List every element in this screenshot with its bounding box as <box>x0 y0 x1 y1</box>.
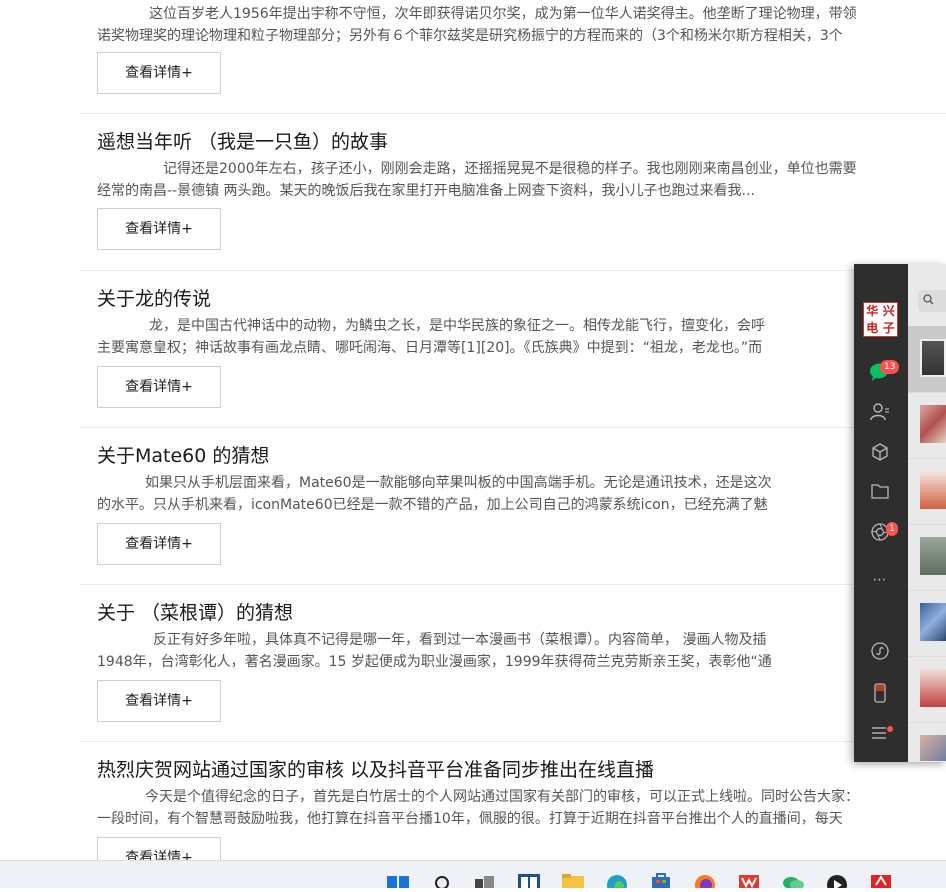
article-card: 热烈庆贺网站通过国家的审核 以及抖音平台准备同步推出在线直播 今天是个值得纪念的… <box>80 741 946 860</box>
avatar[interactable]: 华 兴 电 子 <box>863 302 898 337</box>
chat-avatar <box>920 537 946 575</box>
excerpt-line: 一段时间，有个智慧哥鼓励啦我，他打算在抖音平台播10年，佩服的很。打算于近期在抖… <box>97 811 843 827</box>
article-card: 关于龙的传说 龙，是中国古代神话中的动物，为鳞虫之长，是中华民族的象征之一。相传… <box>80 270 946 428</box>
chat-avatar <box>920 735 946 761</box>
excerpt-line: 的水平。只从手机来看，iconMate60已经是一款不错的产品，加上公司自己的鸿… <box>97 497 768 513</box>
article-excerpt: 如果只从手机层面来看，Mate60是一款能够向苹果叫板的中国高端手机。无论是通讯… <box>97 472 946 516</box>
article-card: 关于Mate60 的猜想 如果只从手机层面来看，Mate60是一款能够向苹果叫板… <box>80 427 946 585</box>
cube-icon <box>872 443 888 461</box>
chat-item[interactable] <box>908 590 946 657</box>
view-details-button[interactable]: 查看详情+ <box>97 523 221 565</box>
phone-icon[interactable] <box>868 682 892 706</box>
wechat-sidebar: 华 兴 电 子 13 1 ⋯ <box>854 264 908 762</box>
chat-item[interactable] <box>908 326 946 393</box>
excerpt-line: 这位百岁老人1956年提出宇称不守恒，次年即获得诺贝尔奖，成为第一位华人诺奖得主… <box>149 6 857 22</box>
article-excerpt: 这位百岁老人1956年提出宇称不守恒，次年即获得诺贝尔奖，成为第一位华人诺奖得主… <box>97 3 946 47</box>
wps-icon[interactable] <box>737 873 761 889</box>
chat-avatar <box>920 603 946 641</box>
file-explorer-icon[interactable] <box>561 873 585 888</box>
article-title[interactable]: 遥想当年听 （我是一只鱼）的故事 <box>97 130 388 154</box>
article-card: 关于 （菜根谭）的猜想 反正有好多年啦，具体真不记得是哪一年，看到过一本漫画书（… <box>80 584 946 742</box>
avatar-char: 兴 <box>882 304 895 318</box>
excerpt-line: 反正有好多年啦，具体真不记得是哪一年，看到过一本漫画书（菜根谭）。内容简单， 漫… <box>153 632 767 648</box>
chat-avatar <box>920 669 946 707</box>
menu-notification-dot <box>887 726 893 732</box>
article-title[interactable]: 关于龙的传说 <box>97 287 211 311</box>
article-excerpt: 记得还是2000年左右，孩子还小，刚刚会走路，还摇摇晃晃不是很稳的样子。我也刚刚… <box>97 158 946 202</box>
media-player-icon[interactable] <box>825 873 849 892</box>
article-excerpt: 龙，是中国古代神话中的动物，为鳞虫之长，是中华民族的象征之一。相传龙能飞行，擅变… <box>97 315 946 359</box>
chat-item[interactable] <box>908 656 946 723</box>
widgets-icon[interactable] <box>517 873 541 888</box>
excerpt-line: 1948年，台湾彰化人，著名漫画家。15 岁起便成为职业漫画家，1999年获得荷… <box>97 654 772 670</box>
excerpt-line: 经常的南昌--景德镇 两头跑。某天的晚饭后我在家里打开电脑准备上网查下资料，我小… <box>97 183 755 199</box>
wechat-icon[interactable] <box>781 873 805 890</box>
article-title[interactable]: 关于 （菜根谭）的猜想 <box>97 601 293 625</box>
store-icon[interactable] <box>649 873 673 888</box>
article-excerpt: 反正有好多年啦，具体真不记得是哪一年，看到过一本漫画书（菜根谭）。内容简单， 漫… <box>97 629 946 673</box>
folder-icon[interactable] <box>868 482 892 506</box>
chat-item[interactable] <box>908 392 946 459</box>
chat-avatar <box>920 471 946 509</box>
contacts-icon[interactable] <box>868 402 892 426</box>
excerpt-line: 龙，是中国古代神话中的动物，为鳞虫之长，是中华民族的象征之一。相传龙能飞行，擅变… <box>149 318 765 334</box>
chat-item[interactable] <box>908 722 946 762</box>
firefox-icon[interactable] <box>693 873 717 892</box>
view-details-button[interactable]: 查看详情+ <box>97 837 221 860</box>
chat-avatar <box>920 339 946 377</box>
wechat-chat-list <box>908 264 946 762</box>
excerpt-line: 主要寓意皇权；神话故事有画龙点睛、哪吒闹海、日月潭等[1][20]。《氏族典》中… <box>97 340 763 356</box>
view-details-button[interactable]: 查看详情+ <box>97 366 221 408</box>
view-details-button[interactable]: 查看详情+ <box>97 208 221 250</box>
excerpt-line: 记得还是2000年左右，孩子还小，刚刚会走路，还摇摇晃晃不是很稳的样子。我也刚刚… <box>163 161 857 177</box>
excerpt-line: 诺奖物理奖的理论物理和粒子物理部分；另外有６个菲尔兹奖是研究杨振宁的方程而来的（… <box>97 28 843 44</box>
chat-avatar <box>920 405 946 443</box>
search-input[interactable] <box>918 290 946 312</box>
article-excerpt: 今天是个值得纪念的日子，首先是白竹居士的个人网站通过国家有关部门的审核，可以正式… <box>97 786 946 830</box>
search-icon[interactable] <box>430 873 454 890</box>
mobile-phone-icon <box>874 683 886 703</box>
excerpt-line: 如果只从手机层面来看，Mate60是一款能够向苹果叫板的中国高端手机。无论是通讯… <box>145 475 772 491</box>
app-icon[interactable] <box>869 873 893 888</box>
article-list-page: 这位百岁老人1956年提出宇称不守恒，次年即获得诺贝尔奖，成为第一位华人诺奖得主… <box>0 0 946 860</box>
chat-item[interactable] <box>908 524 946 591</box>
favorites-cube-icon[interactable] <box>868 442 892 466</box>
mini-program-shape-icon <box>871 642 889 660</box>
more-icon[interactable]: ⋯ <box>868 568 892 592</box>
chat-item[interactable] <box>908 458 946 525</box>
folder-shape-icon <box>871 484 889 499</box>
view-details-button[interactable]: 查看详情+ <box>97 680 221 722</box>
search-icon <box>923 294 934 305</box>
avatar-char: 电 <box>866 320 879 335</box>
mini-program-icon[interactable] <box>868 641 892 665</box>
moments-badge: 1 <box>886 522 898 536</box>
excerpt-line: 今天是个值得纪念的日子，首先是白竹居士的个人网站通过国家有关部门的审核，可以正式… <box>145 789 859 805</box>
avatar-char: 子 <box>882 320 895 335</box>
unread-badge: 13 <box>880 360 900 374</box>
article-card: 遥想当年听 （我是一只鱼）的故事 记得还是2000年左右，孩子还小，刚刚会走路，… <box>80 113 946 271</box>
contacts-person-icon <box>870 403 889 421</box>
view-details-button[interactable]: 查看详情+ <box>97 52 221 94</box>
task-view-icon[interactable] <box>472 873 496 888</box>
article-card: 这位百岁老人1956年提出宇称不守恒，次年即获得诺贝尔奖，成为第一位华人诺奖得主… <box>80 0 946 114</box>
article-title[interactable]: 关于Mate60 的猜想 <box>97 444 269 468</box>
article-title[interactable]: 热烈庆贺网站通过国家的审核 以及抖音平台准备同步推出在线直播 <box>97 758 654 782</box>
wechat-window[interactable]: 华 兴 电 子 13 1 ⋯ <box>854 264 946 762</box>
taskbar <box>0 860 946 892</box>
avatar-char: 华 <box>866 304 879 318</box>
edge-icon[interactable] <box>605 873 629 892</box>
windows-start-icon[interactable] <box>386 873 410 888</box>
